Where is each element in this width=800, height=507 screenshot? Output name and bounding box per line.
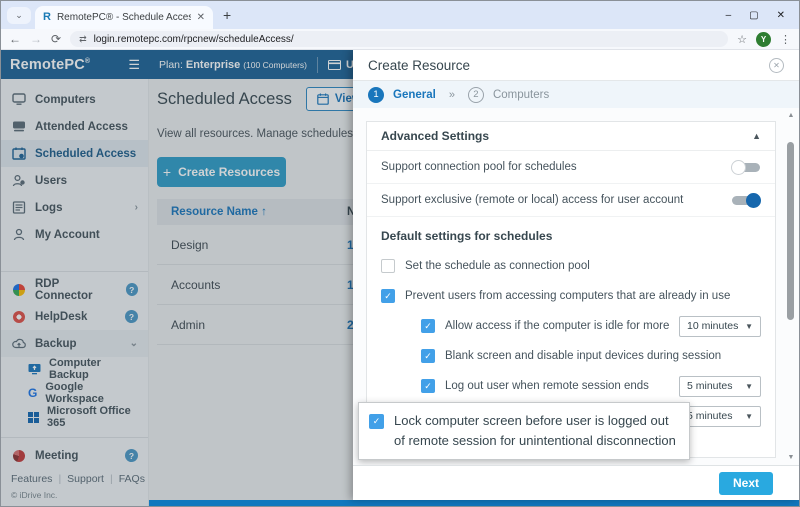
- window-controls: – ▢ ✕: [726, 10, 793, 21]
- tab-dropdown-icon: ⌄: [15, 10, 23, 21]
- checkbox-row-blank-screen: ✓ Blank screen and disable input devices…: [367, 341, 775, 371]
- advanced-settings-accordion[interactable]: Advanced Settings ▲: [367, 122, 775, 151]
- site-info-icon[interactable]: ⇄: [79, 34, 87, 45]
- step-2-circle[interactable]: 2: [468, 87, 484, 103]
- profile-avatar[interactable]: Y: [756, 32, 771, 47]
- back-icon[interactable]: ←: [9, 33, 21, 45]
- default-settings-heading: Default settings for schedules: [367, 217, 775, 251]
- browser-menu-icon[interactable]: ⋮: [780, 33, 791, 46]
- panel-footer: Next: [353, 465, 799, 500]
- tab-close-icon[interactable]: ✕: [197, 12, 205, 23]
- idle-minutes-dropdown[interactable]: 10 minutes▼: [679, 316, 761, 337]
- panel-header: Create Resource ✕: [353, 50, 799, 81]
- remotepc-app: RemotePC® ☰ Plan: Enterprise (100 Comput…: [1, 50, 799, 506]
- toggle-connection-pool[interactable]: [731, 161, 761, 174]
- checkbox-checked[interactable]: ✓: [421, 379, 435, 393]
- checkbox-checked[interactable]: ✓: [421, 319, 435, 333]
- browser-toolbar: ← → ⟳ ⇄ login.remotepc.com/rpcnew/schedu…: [1, 29, 799, 50]
- new-tab-button[interactable]: +: [223, 7, 231, 23]
- step-general-label[interactable]: General: [393, 89, 436, 101]
- forward-icon[interactable]: →: [30, 33, 42, 45]
- url-text: login.remotepc.com/rpcnew/scheduleAccess…: [94, 34, 294, 45]
- dropdown-arrow-icon: ▼: [745, 322, 753, 331]
- step-1-circle[interactable]: 1: [368, 87, 384, 103]
- lock-minutes-dropdown[interactable]: 5 minutes▼: [679, 406, 761, 427]
- panel-body: Advanced Settings ▲ Support connection p…: [353, 108, 799, 465]
- address-bar[interactable]: ⇄ login.remotepc.com/rpcnew/scheduleAcce…: [70, 31, 728, 47]
- remotepc-favicon-icon: R: [43, 12, 51, 23]
- tab-search-button[interactable]: ⌄: [7, 7, 31, 24]
- lock-screen-tooltip: ✓ Lock computer screen before user is lo…: [358, 402, 690, 460]
- logout-minutes-dropdown[interactable]: 5 minutes▼: [679, 376, 761, 397]
- next-button[interactable]: Next: [719, 472, 773, 495]
- checkbox-checked[interactable]: ✓: [381, 289, 395, 303]
- tab-title: RemotePC® - Schedule Access: [57, 12, 191, 23]
- checkbox-unchecked[interactable]: [381, 259, 395, 273]
- browser-tab-strip: ⌄ R RemotePC® - Schedule Access ✕ + – ▢ …: [1, 1, 799, 29]
- checkbox-checked[interactable]: ✓: [421, 349, 435, 363]
- create-resource-panel: Create Resource ✕ 1 General » 2 Computer…: [353, 50, 799, 500]
- checkbox-row-connection-pool-schedule: Set the schedule as connection pool: [367, 251, 775, 281]
- bookmark-star-icon[interactable]: ☆: [737, 33, 747, 46]
- step-computers-label[interactable]: Computers: [493, 89, 549, 101]
- dropdown-arrow-icon: ▼: [745, 382, 753, 391]
- toggle-row-exclusive-access: Support exclusive (remote or local) acce…: [367, 184, 775, 217]
- dropdown-arrow-icon: ▼: [745, 412, 753, 421]
- toggle-row-connection-pool: Support connection pool for schedules: [367, 151, 775, 184]
- scrollbar-thumb[interactable]: [787, 142, 794, 320]
- scroll-down-icon[interactable]: ▼: [785, 454, 797, 461]
- step-separator-icon: »: [449, 89, 455, 101]
- close-panel-icon[interactable]: ✕: [769, 58, 784, 73]
- checkbox-row-prevent-users: ✓ Prevent users from accessing computers…: [367, 281, 775, 311]
- close-window-button[interactable]: ✕: [777, 10, 785, 21]
- checkbox-checked[interactable]: ✓: [369, 414, 384, 429]
- bottom-accent-bar: [149, 500, 799, 506]
- panel-scrollbar[interactable]: ▲ ▼: [785, 112, 797, 461]
- checkbox-row-idle-access: ✓ Allow access if the computer is idle f…: [367, 311, 775, 341]
- minimize-button[interactable]: –: [726, 10, 732, 21]
- scroll-up-icon[interactable]: ▲: [785, 112, 797, 119]
- reload-icon[interactable]: ⟳: [51, 33, 61, 45]
- panel-title: Create Resource: [368, 58, 470, 73]
- maximize-button[interactable]: ▢: [749, 10, 758, 21]
- browser-tab[interactable]: R RemotePC® - Schedule Access ✕: [35, 6, 213, 29]
- browser-window: ⌄ R RemotePC® - Schedule Access ✕ + – ▢ …: [0, 0, 800, 507]
- checkbox-row-logout-user: ✓ Log out user when remote session ends …: [367, 371, 775, 401]
- tooltip-text: Lock computer screen before user is logg…: [394, 411, 679, 450]
- collapse-up-icon: ▲: [752, 131, 761, 141]
- wizard-steps: 1 General » 2 Computers: [353, 81, 799, 108]
- toggle-exclusive-access[interactable]: [731, 194, 761, 207]
